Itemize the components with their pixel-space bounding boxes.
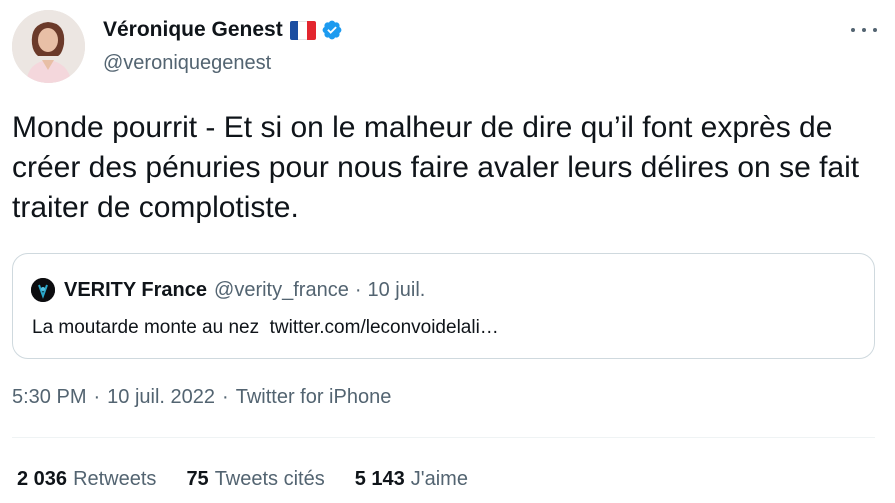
divider (12, 437, 875, 438)
retweets-label: Retweets (73, 468, 157, 490)
quoted-tweet-card[interactable]: VERITY France @verity_france · 10 juil. … (12, 253, 875, 359)
retweets-count: 2 036 (17, 468, 68, 490)
retweets-stat[interactable]: 2 036 Retweets (17, 468, 156, 491)
likes-label: J'aime (410, 468, 468, 490)
tweet-time[interactable]: 5:30 PM (12, 386, 86, 409)
ellipsis-icon (851, 28, 855, 32)
more-options-button[interactable] (851, 20, 877, 40)
meta-separator: · (222, 386, 229, 408)
likes-count: 5 143 (354, 468, 405, 490)
author-handle[interactable]: @veroniquegenest (103, 52, 343, 75)
tweet-text: Monde pourrit - Et si on le malheur de d… (12, 111, 860, 224)
quoted-tweet-header: VERITY France @verity_france · 10 juil. (31, 278, 425, 302)
quoted-tweet-text: La moutarde monte au nez twitter.com/lec… (32, 317, 499, 338)
quote-tweets-label: Tweets cités (214, 468, 325, 490)
author-identity: Véronique Genest @veroniquegenest (103, 16, 343, 75)
tweet-source[interactable]: Twitter for iPhone (236, 386, 392, 409)
author-avatar[interactable] (12, 10, 85, 83)
quoted-author-avatar[interactable] (31, 278, 55, 302)
author-display-name[interactable]: Véronique Genest (103, 18, 283, 42)
verity-logo-icon (31, 278, 55, 302)
avatar-photo (12, 10, 85, 83)
quote-tweets-stat[interactable]: 75 Tweets cités (186, 468, 324, 491)
quote-tweets-count: 75 (186, 468, 209, 490)
tweet-date[interactable]: 10 juil. 2022 (107, 386, 215, 409)
quoted-author-name: VERITY France (64, 278, 208, 301)
quoted-author-handle: @verity_france (214, 278, 349, 301)
engagement-stats: 2 036 Retweets 75 Tweets cités 5 143 J'a… (17, 468, 498, 491)
quoted-date: 10 juil. (367, 278, 426, 301)
likes-stat[interactable]: 5 143 J'aime (355, 468, 468, 491)
french-flag-icon (289, 20, 316, 40)
tweet-header: Véronique Genest @veroniquegenest (12, 8, 883, 86)
meta-separator: · (93, 386, 101, 408)
verified-badge-icon (322, 20, 342, 40)
tweet-metadata: 5:30 PM · 10 juil. 2022 · Twitter for iP… (12, 386, 391, 409)
name-row: Véronique Genest (103, 16, 343, 44)
quoted-separator: · (354, 278, 362, 301)
